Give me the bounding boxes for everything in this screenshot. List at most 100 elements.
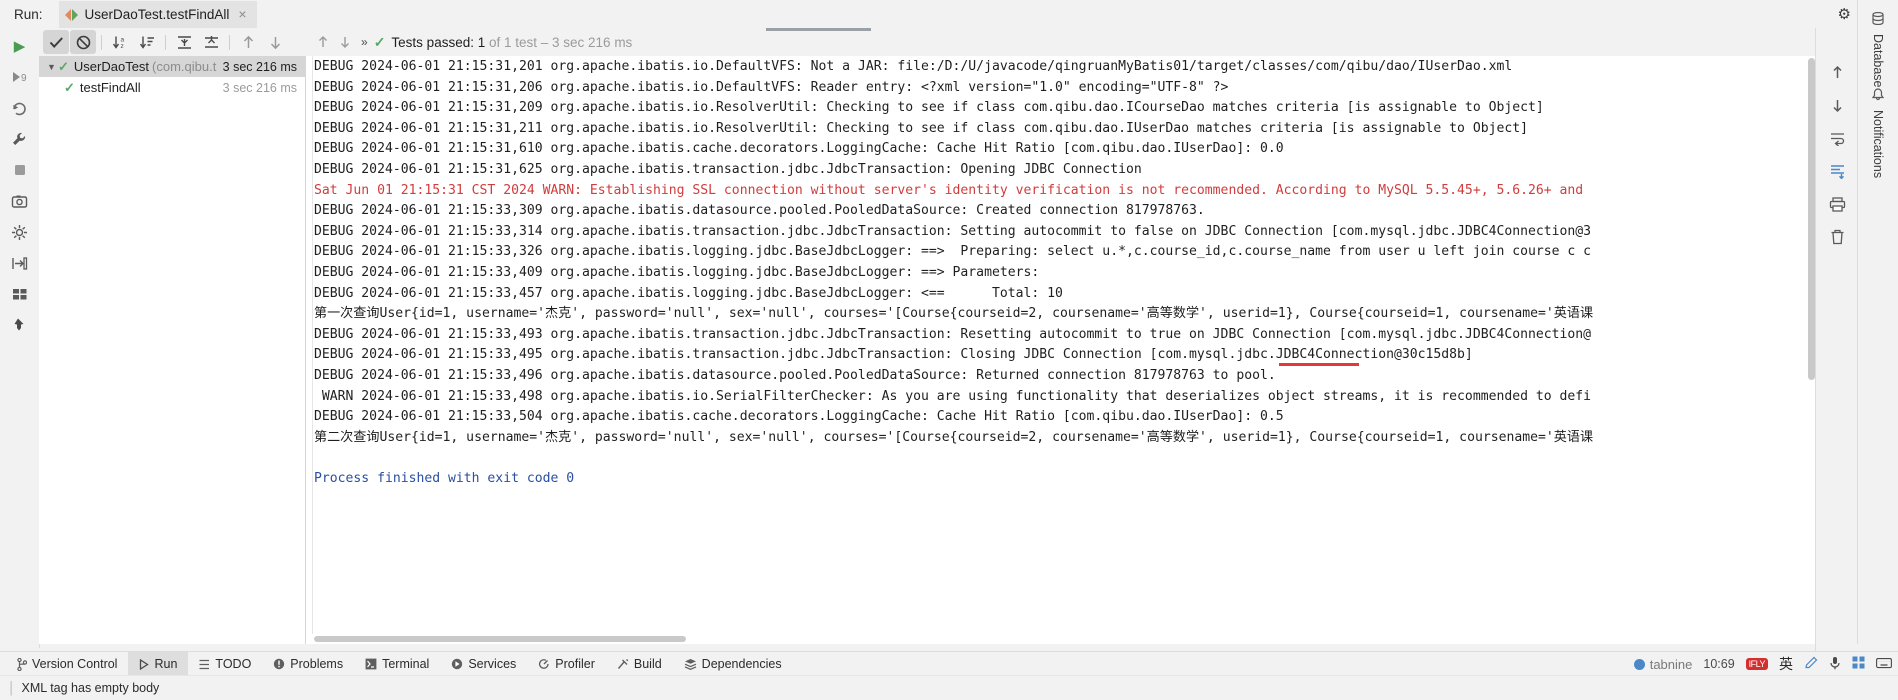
console-line: DEBUG 2024-06-01 21:15:33,409 org.apache… (314, 264, 1040, 280)
wrench-icon[interactable] (5, 125, 35, 153)
toolbar-separator-2 (161, 30, 170, 54)
test-results-tree[interactable]: ▼ ✓ UserDaoTest (com.qibu.t 3 sec 216 ms… (39, 56, 319, 684)
system-tray: tabnine 10:69 IFLY 英 (1633, 654, 1898, 674)
console-line: DEBUG 2024-06-01 21:15:33,314 org.apache… (314, 223, 1592, 239)
tool-tab-terminal[interactable]: Terminal (354, 652, 440, 676)
print-icon[interactable] (1822, 190, 1852, 218)
show-passed-toggle[interactable] (43, 30, 69, 54)
tool-tab-profiler-label: Profiler (555, 657, 595, 671)
bottom-tool-window-bar: Version Control Run TODO Problems Termin… (0, 651, 1898, 676)
console-vertical-scroll-thumb[interactable] (1808, 58, 1815, 380)
console-line: DEBUG 2024-06-01 21:15:33,504 org.apache… (314, 409, 1284, 425)
test-duration: 3 sec 216 ms (222, 80, 297, 95)
tests-passed-icon: ✓ (373, 33, 386, 50)
pin-icon[interactable] (5, 311, 35, 339)
branch-icon (17, 657, 27, 671)
test-passed-icon: ✓ (58, 58, 69, 74)
clear-all-icon[interactable] (1822, 223, 1852, 251)
microphone-icon[interactable] (1829, 656, 1841, 673)
export-icon[interactable] (5, 249, 35, 277)
tool-tab-todo[interactable]: TODO (188, 652, 262, 676)
tool-tab-problems[interactable]: Problems (262, 652, 354, 676)
pencil-icon[interactable] (1804, 656, 1818, 673)
ime-mode-label[interactable]: 英 (1779, 654, 1793, 674)
expand-all-button[interactable] (171, 30, 197, 54)
show-ignored-toggle[interactable] (70, 30, 96, 54)
tests-passed-suffix: of 1 test – 3 sec 216 ms (485, 34, 633, 50)
console-output-panel[interactable]: DEBUG 2024-06-01 21:15:31,201 org.apache… (306, 56, 1816, 644)
tabnine-status[interactable]: tabnine (1633, 657, 1692, 672)
clock-label: 10:69 (1703, 657, 1735, 671)
sort-by-duration-button[interactable] (134, 30, 160, 54)
console-line: DEBUG 2024-06-01 21:15:33,495 org.apache… (314, 347, 1473, 363)
console-line: DEBUG 2024-06-01 21:15:33,496 org.apache… (314, 367, 1276, 383)
terminal-icon (365, 658, 377, 670)
console-horizontal-scroll-thumb[interactable] (314, 636, 686, 642)
test-class-name: UserDaoTest (73, 59, 150, 74)
tool-tab-database[interactable]: Database (1858, 6, 1898, 94)
rerun-button[interactable]: ▶ (5, 32, 35, 60)
stop-button[interactable] (5, 156, 35, 184)
tests-passed-prefix: Tests passed: (391, 34, 478, 50)
tool-tab-build-label: Build (633, 657, 662, 671)
tree-row-userdaotest[interactable]: ▼ ✓ UserDaoTest (com.qibu.t 3 sec 216 ms (39, 56, 305, 77)
chevron-down-icon[interactable]: ▼ (45, 62, 58, 72)
right-tool-window-tabs: Database Notifications (1857, 0, 1898, 644)
tabnine-icon (1633, 658, 1645, 670)
profiler-icon[interactable] (5, 218, 35, 246)
previous-occurrence-icon[interactable] (312, 30, 334, 54)
warning-icon (273, 658, 285, 670)
ime-logo-icon[interactable]: IFLY (1745, 657, 1768, 671)
console-line: DEBUG 2024-06-01 21:15:33,326 org.apache… (314, 244, 1592, 260)
status-bar: │ XML tag has empty body (0, 675, 1898, 700)
close-icon[interactable]: × (236, 7, 248, 21)
tests-passed-status: Tests passed: 1 of 1 test – 3 sec 216 ms (391, 35, 632, 50)
scroll-to-end-icon[interactable] (1822, 157, 1852, 185)
test-passed-icon: ✓ (64, 79, 75, 95)
keyboard-icon[interactable] (1876, 657, 1892, 672)
tree-row-testfindall[interactable]: ✓ testFindAll 3 sec 216 ms (39, 77, 305, 98)
camera-icon[interactable] (5, 187, 35, 215)
scroll-down-icon[interactable] (1822, 91, 1852, 119)
run-configuration-tab[interactable]: UserDaoTest.testFindAll × (58, 0, 257, 30)
expand-toolbar-icon[interactable]: » (356, 35, 374, 49)
console-line: 第一次查询User{id=1, username='杰克', password=… (314, 306, 1594, 322)
svg-text:z: z (120, 43, 123, 50)
tool-tab-services[interactable]: Services (440, 652, 527, 676)
rerun-failed-tests-button[interactable]: 9 (5, 63, 35, 91)
database-icon (1872, 11, 1884, 28)
next-occurrence-icon[interactable] (334, 30, 356, 54)
grid-icon[interactable] (1852, 656, 1865, 672)
tool-tab-problems-label: Problems (290, 657, 344, 671)
tool-tab-version-control-label: Version Control (32, 657, 118, 671)
layout-icon[interactable] (5, 280, 35, 308)
tool-tab-run[interactable]: Run (128, 652, 189, 676)
console-line: DEBUG 2024-06-01 21:15:31,206 org.apache… (314, 79, 1229, 95)
console-horizontal-scrollbar[interactable] (306, 634, 1816, 644)
tool-tab-run-label: Run (154, 657, 178, 671)
bell-icon (1871, 88, 1885, 104)
test-method-name: testFindAll (79, 80, 141, 95)
scroll-up-icon[interactable] (1822, 58, 1852, 86)
tool-tab-build[interactable]: Build (606, 652, 673, 676)
list-icon (199, 659, 210, 670)
tool-tab-dependencies[interactable]: Dependencies (673, 652, 793, 676)
gear-icon[interactable]: ⚙ (1838, 7, 1851, 22)
play-icon (139, 658, 150, 670)
toolbar-separator-3 (225, 30, 234, 54)
previous-failed-test-button[interactable] (235, 30, 261, 54)
test-class-package: (com.qibu.t (152, 59, 217, 74)
collapse-all-button[interactable] (198, 30, 224, 54)
soft-wrap-icon[interactable] (1822, 124, 1852, 152)
sort-alphabetically-button[interactable]: az (107, 30, 133, 54)
tool-tab-terminal-label: Terminal (382, 657, 430, 671)
rerun-automatically-button[interactable] (5, 94, 35, 122)
tool-tab-notifications[interactable]: Notifications (1858, 82, 1898, 184)
tool-tab-version-control[interactable]: Version Control (6, 652, 128, 676)
run-label: Run: (14, 6, 43, 22)
test-progress-bar (766, 28, 871, 31)
console-line: DEBUG 2024-06-01 21:15:31,211 org.apache… (314, 120, 1528, 136)
tool-tab-profiler[interactable]: Profiler (527, 652, 606, 676)
next-failed-test-button[interactable] (262, 30, 288, 54)
